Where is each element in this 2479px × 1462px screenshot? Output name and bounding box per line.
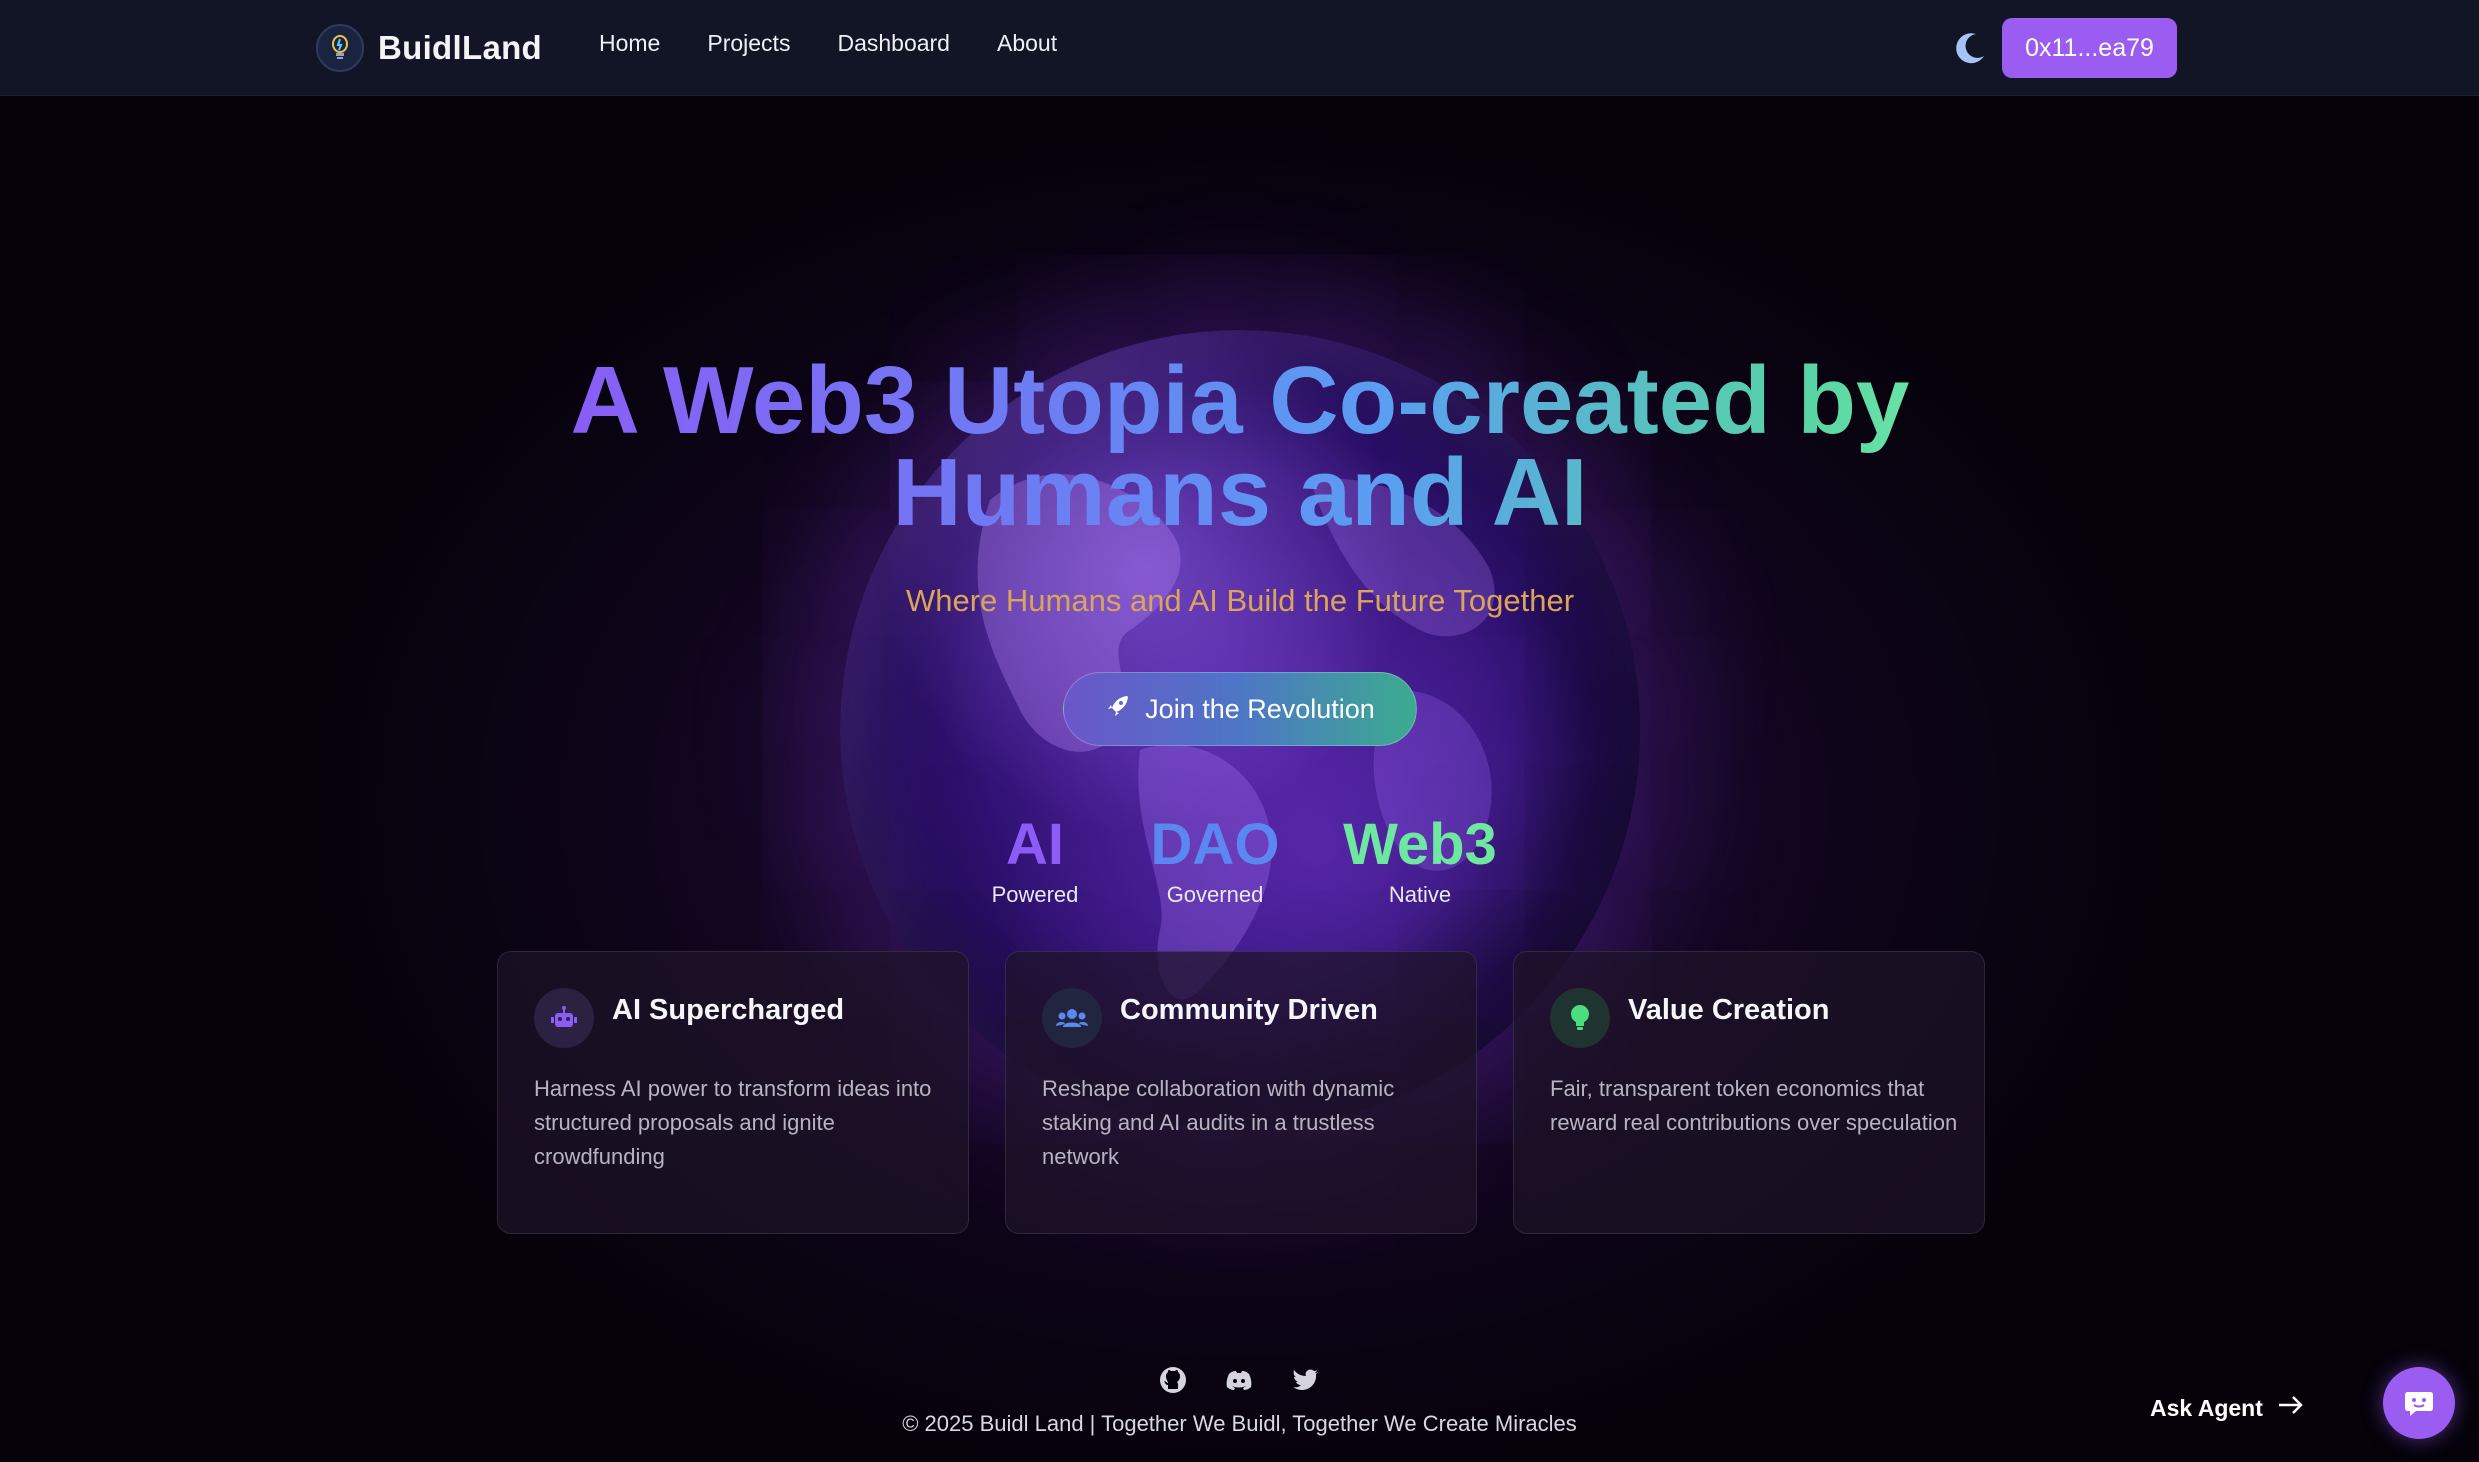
top-navbar: BuidlLand Home Projects Dashboard About … [0, 0, 2479, 96]
stat-dao: DAO Governed [1140, 812, 1290, 908]
nav-home[interactable]: Home [599, 30, 660, 57]
arrow-right-icon [2277, 1393, 2305, 1423]
stat-web3: Web3 Native [1335, 812, 1505, 908]
stat-label: Governed [1166, 882, 1264, 907]
stats-row: AI Powered DAO Governed Web3 Native [950, 812, 1530, 912]
feature-card-ai: AI Supercharged Harness AI power to tran… [497, 951, 969, 1234]
nav-about[interactable]: About [997, 30, 1057, 57]
users-icon [1042, 988, 1102, 1048]
stat-label: Native [1388, 882, 1452, 907]
hero-subtitle: Where Humans and AI Build the Future Tog… [905, 583, 1575, 618]
ask-agent-label: Ask Agent [2150, 1394, 2263, 1421]
moon-icon[interactable] [1950, 28, 1990, 68]
stat-value: AI [1006, 812, 1064, 877]
chat-bubble-icon[interactable] [2383, 1367, 2455, 1439]
card-description: Fair, transparent token economics that r… [1550, 1076, 1958, 1135]
card-description: Harness AI power to transform ideas into… [534, 1076, 932, 1169]
join-revolution-button[interactable]: Join the Revolution [1063, 672, 1417, 746]
stat-label: Powered [991, 882, 1079, 907]
ask-agent-button[interactable]: Ask Agent [2130, 1378, 2325, 1438]
hero-title: A Web3 Utopia Co-created by Humans and A… [540, 353, 1940, 541]
lightbulb-logo-icon [316, 24, 364, 72]
nav-dashboard[interactable]: Dashboard [837, 30, 950, 57]
feature-card-value: Value Creation Fair, transparent token e… [1513, 951, 1985, 1234]
nav-links: Home Projects Dashboard About [599, 30, 1057, 57]
brand-name: BuidlLand [378, 29, 543, 66]
footer-copyright: © 2025 Buidl Land | Together We Buidl, T… [902, 1411, 1577, 1436]
feature-card-community: Community Driven Reshape collaboration w… [1005, 951, 1477, 1234]
stat-value: DAO [1150, 812, 1280, 877]
card-title: Community Driven [1120, 994, 1378, 1026]
social-links [1158, 1365, 1320, 1395]
lightbulb-icon [1550, 988, 1610, 1048]
github-icon[interactable] [1158, 1365, 1188, 1395]
nav-projects[interactable]: Projects [707, 30, 790, 57]
cta-label: Join the Revolution [1145, 693, 1375, 724]
stat-value: Web3 [1343, 812, 1497, 877]
card-description: Reshape collaboration with dynamic staki… [1042, 1076, 1395, 1169]
brand[interactable]: BuidlLand [316, 22, 542, 74]
card-title: Value Creation [1628, 994, 1830, 1026]
card-title: AI Supercharged [612, 994, 845, 1026]
discord-icon[interactable] [1224, 1365, 1254, 1395]
wallet-button[interactable]: 0x11...ea79 [2002, 18, 2177, 78]
stat-ai: AI Powered [980, 812, 1090, 908]
robot-icon [534, 988, 594, 1048]
rocket-icon [1105, 693, 1131, 726]
twitter-icon[interactable] [1290, 1365, 1320, 1395]
